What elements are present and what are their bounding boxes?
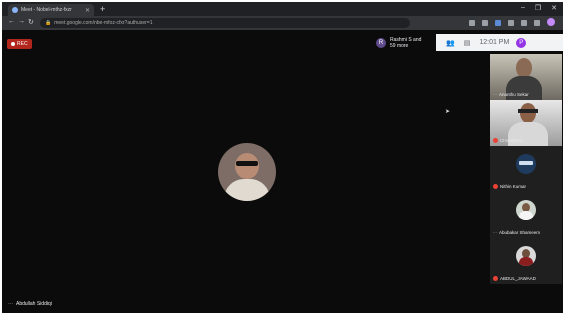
participant-name: ABDUL_JAWAAD — [500, 276, 536, 281]
lock-icon: 🔒 — [45, 20, 52, 26]
browser-tab-bar: Meet - Nobel-mthz-fxzr ✕ + – ❐ ✕ — [2, 2, 563, 16]
recording-badge: REC — [7, 39, 32, 49]
participant-label: ⋯ Ananthu Sekar — [493, 92, 529, 97]
participant-face — [520, 103, 536, 123]
minimize-icon[interactable]: – — [521, 4, 525, 12]
participant-tile[interactable]: ⋯ Ananthu Sekar — [490, 54, 562, 100]
participant-name: Chiranjeevi ... — [500, 138, 528, 143]
avatar-body — [519, 211, 533, 220]
more-options-icon[interactable]: ⋯ — [493, 92, 497, 97]
main-speaker-name: ⋯ Abdullah Siddiqi — [8, 301, 52, 307]
main-speaker-label: Abdullah Siddiqi — [16, 301, 52, 307]
more-options-icon[interactable]: ⋯ — [8, 301, 13, 307]
more-options-icon[interactable]: ⋯ — [493, 230, 497, 235]
participant-label: ⋯ Abubakar Shameem — [493, 230, 540, 235]
screenshot: Meet - Nobel-mthz-fxzr ✕ + – ❐ ✕ ← → ↻ 🔒… — [0, 0, 565, 319]
meet-stage: REC R Rashmi S and 59 more 👥 ▤ 12:01 PM … — [2, 30, 563, 313]
meet-favicon-icon — [12, 7, 18, 13]
close-window-icon[interactable]: ✕ — [551, 4, 557, 12]
window-controls: – ❐ ✕ — [521, 4, 557, 12]
browser-tab-meet[interactable]: Meet - Nobel-mthz-fxzr ✕ — [8, 4, 94, 16]
extension-icon[interactable] — [495, 20, 501, 26]
avatar-sunglasses — [236, 161, 258, 166]
avatar-face — [235, 153, 259, 179]
back-icon[interactable]: ← — [8, 18, 15, 25]
participant-label: Chiranjeevi ... — [493, 138, 528, 143]
participant-label: ABDUL_JAWAAD — [493, 276, 536, 281]
extension-icon[interactable] — [508, 20, 514, 26]
mic-off-icon — [493, 184, 498, 189]
mic-off-icon — [493, 138, 498, 143]
participant-tile[interactable]: ABDUL_JAWAAD — [490, 238, 562, 284]
participant-avatar — [516, 246, 536, 266]
maximize-icon[interactable]: ❐ — [535, 4, 541, 12]
tab-title: Meet - Nobel-mthz-fxzr — [21, 7, 72, 13]
meet-top-controls: 👥 ▤ 12:01 PM P — [436, 34, 563, 51]
participant-tile[interactable]: ⋯ Abubakar Shameem — [490, 192, 562, 238]
people-icon[interactable]: 👥 — [446, 39, 455, 47]
new-tab-button[interactable]: + — [100, 4, 105, 14]
participant-avatar — [516, 200, 536, 220]
record-dot-icon — [11, 42, 15, 46]
mouse-cursor-icon: ➤ — [445, 109, 451, 115]
address-url: meet.google.com/nbe-mfoz-cfxr?authuser=1 — [54, 20, 153, 26]
extension-icon[interactable] — [521, 20, 527, 26]
participant-tile[interactable]: Nithin Kumar — [490, 146, 562, 192]
participant-face — [516, 58, 532, 78]
meeting-time: 12:01 PM — [479, 39, 510, 46]
address-bar[interactable]: 🔒 meet.google.com/nbe-mfoz-cfxr?authuser… — [40, 18, 410, 28]
presenter-text: Rashmi S and 59 more — [390, 37, 422, 49]
reload-icon[interactable]: ↻ — [28, 18, 34, 26]
presenter-avatar: R — [376, 38, 386, 48]
participant-name: Nithin Kumar — [500, 184, 527, 189]
self-avatar[interactable]: P — [516, 37, 527, 48]
extension-icons — [469, 18, 555, 26]
browser-nav-bar: ← → ↻ 🔒 meet.google.com/nbe-mfoz-cfxr?au… — [2, 16, 563, 30]
participant-name: Abubakar Shameem — [499, 230, 541, 235]
participant-name: Ananthu Sekar — [499, 92, 529, 97]
presenter-info: R Rashmi S and 59 more — [376, 37, 422, 49]
puzzle-icon[interactable] — [534, 20, 540, 26]
participant-headset — [518, 109, 538, 113]
recording-label: REC — [17, 41, 28, 47]
close-tab-icon[interactable]: ✕ — [85, 7, 90, 14]
star-icon[interactable] — [482, 20, 488, 26]
chat-icon[interactable]: ▤ — [464, 39, 471, 47]
participant-label: Nithin Kumar — [493, 184, 526, 189]
mic-off-icon — [493, 276, 498, 281]
extension-icon[interactable] — [469, 20, 475, 26]
main-speaker-avatar — [218, 143, 276, 201]
avatar-body — [224, 179, 270, 201]
avatar-body — [519, 257, 533, 266]
profile-avatar[interactable] — [547, 18, 555, 26]
avatar-logo — [519, 161, 533, 165]
participant-tile[interactable]: Chiranjeevi ... — [490, 100, 562, 146]
forward-icon[interactable]: → — [18, 18, 25, 25]
participant-avatar — [516, 154, 536, 174]
